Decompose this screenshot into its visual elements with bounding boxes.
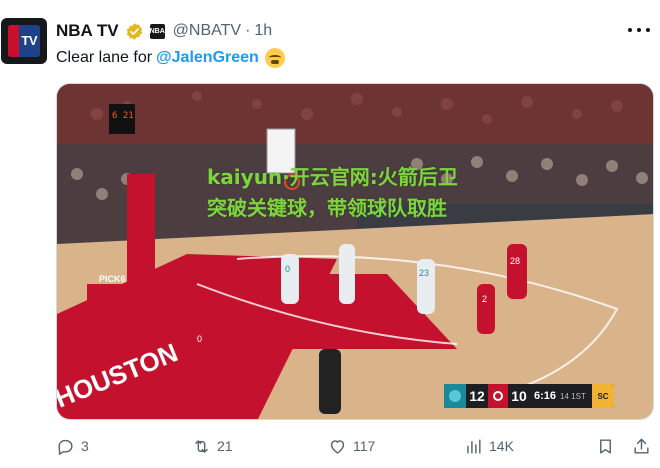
tweet-actions: 3 21 117 14K — [56, 434, 654, 458]
share-button[interactable] — [632, 434, 651, 458]
network-logo: SC — [592, 384, 614, 408]
jersey-number-red-3: 0 — [197, 334, 202, 344]
bookmark-button[interactable] — [596, 434, 615, 458]
affiliate-badge-icon[interactable]: NBA — [150, 23, 165, 39]
game-period: 14 1ST — [560, 391, 586, 401]
view-count: 14K — [489, 438, 514, 454]
reply-icon — [58, 439, 73, 455]
tweet-text: Clear lane for @JalenGreen — [56, 47, 285, 69]
handle[interactable]: @NBATV — [173, 22, 241, 40]
tweet-media-video[interactable]: 6 21 PICK6 HOUSTON 0 23 28 2 0 kaiyun·开云… — [56, 83, 654, 420]
heart-icon — [330, 439, 345, 454]
reply-button[interactable]: 3 — [56, 434, 89, 458]
steaming-face-emoji-icon — [264, 48, 285, 68]
tweet-text-prefix: Clear lane for — [56, 49, 153, 66]
reply-count: 3 — [81, 438, 89, 454]
views-chart-icon — [467, 438, 481, 454]
repost-button[interactable]: 21 — [192, 434, 233, 458]
mention-link[interactable]: @JalenGreen — [156, 47, 259, 69]
more-options-icon[interactable] — [628, 22, 650, 38]
jersey-number-red-1: 28 — [510, 256, 520, 266]
views-button[interactable]: 14K — [464, 434, 514, 458]
away-score: 12 — [469, 388, 485, 404]
nba-tv-logo-icon: TV — [8, 25, 40, 57]
repost-count: 21 — [217, 438, 233, 454]
bookmark-icon — [600, 438, 611, 454]
separator-dot: · — [245, 22, 251, 39]
tweet-header: NBA TV NBA @NBATV · 1h — [56, 20, 272, 42]
stanchion-ad-text: PICK6 — [99, 274, 126, 284]
share-icon — [634, 438, 649, 454]
avatar[interactable]: TV — [1, 18, 47, 64]
verified-icon[interactable] — [125, 22, 144, 41]
jersey-number-teal-2: 23 — [419, 268, 429, 278]
rockets-logo-icon — [488, 384, 508, 408]
basketball-court-scene: 6 21 PICK6 HOUSTON 0 23 28 2 0 — [57, 84, 653, 419]
timestamp[interactable]: 1h — [254, 22, 272, 40]
watermark-text: kaiyun·开云官网:火箭后卫突破关键球，带领球队取胜 — [207, 165, 458, 220]
jersey-number-red-2: 2 — [482, 294, 487, 304]
shot-clock-text: 6 21 — [112, 111, 134, 121]
home-score: 10 — [511, 388, 527, 404]
like-button[interactable]: 117 — [328, 434, 375, 458]
game-clock: 6:16 — [534, 390, 557, 402]
display-name[interactable]: NBA TV — [56, 21, 119, 41]
scorebug: 12 10 6:16 14 1ST SC — [444, 384, 614, 408]
jersey-number-teal-1: 0 — [285, 264, 290, 274]
hornets-logo-icon — [444, 384, 466, 408]
like-count: 117 — [353, 438, 376, 454]
repost-icon — [195, 439, 208, 453]
